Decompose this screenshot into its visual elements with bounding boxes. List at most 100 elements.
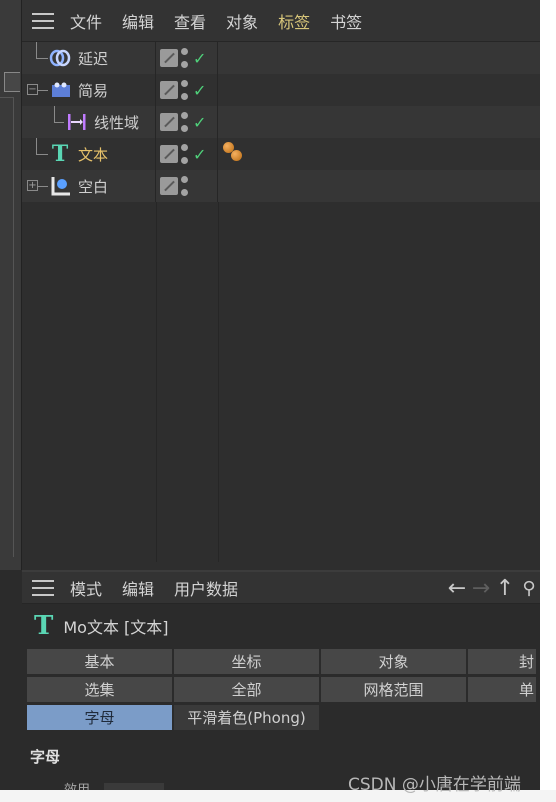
visibility-cell: ✓ — [156, 42, 218, 74]
hamburger-menu-icon[interactable] — [32, 579, 54, 596]
back-arrow-icon[interactable]: ← — [446, 576, 468, 601]
visibility-cell — [156, 170, 218, 202]
tags-cell — [218, 106, 540, 138]
tab-grid-range[interactable]: 网格范围 — [320, 676, 467, 703]
object-label: 空白 — [78, 177, 109, 196]
menu-edit[interactable]: 编辑 — [122, 576, 154, 600]
tab-letters[interactable]: 字母 — [26, 704, 173, 731]
visibility-cell: ✓ — [156, 74, 218, 106]
object-name-cell: − 简易 — [22, 74, 156, 106]
tab-basic[interactable]: 基本 — [26, 648, 173, 675]
object-row-linear-field[interactable]: 线性域 ✓ — [22, 106, 540, 138]
visibility-dots-icon[interactable] — [181, 176, 191, 196]
column-divider — [218, 202, 219, 562]
search-icon[interactable]: ⚲ — [518, 578, 540, 599]
null-object-icon — [50, 175, 72, 197]
menu-view[interactable]: 查看 — [174, 9, 206, 33]
object-name-cell: + 空白 — [22, 170, 156, 202]
section-title: 字母 — [30, 748, 61, 766]
menu-mode[interactable]: 模式 — [70, 576, 102, 600]
object-name-cell: T 文本 — [22, 138, 156, 170]
tab-phong[interactable]: 平滑着色(Phong) — [173, 704, 320, 731]
tree-line — [54, 106, 55, 122]
tab-selection[interactable]: 选集 — [26, 676, 173, 703]
tab-row-2: 选集 全部 网格范围 单 — [22, 676, 540, 704]
up-arrow-icon[interactable]: ↑ — [494, 576, 516, 601]
left-panel-inner — [0, 97, 14, 557]
object-name-cell: 延迟 — [22, 42, 156, 74]
tree-line — [36, 58, 48, 59]
visibility-dots-icon[interactable] — [181, 48, 191, 68]
object-label: 延迟 — [78, 49, 109, 68]
object-manager-menubar: 文件 编辑 查看 对象 标签 书签 — [22, 0, 540, 42]
object-label: 简易 — [78, 81, 109, 100]
tab-caps[interactable]: 封 — [467, 648, 537, 675]
editor-toggle-icon[interactable] — [160, 177, 178, 195]
menu-user-data[interactable]: 用户数据 — [174, 576, 238, 600]
menu-edit[interactable]: 编辑 — [122, 9, 154, 33]
cinema4d-window: 文件 编辑 查看 对象 标签 书签 延迟 ✓ − 简易 ✓ 线性域 ✓ T 文本… — [0, 0, 540, 790]
visibility-dots-icon[interactable] — [181, 112, 191, 132]
visibility-cell: ✓ — [156, 138, 218, 170]
param-field[interactable] — [104, 783, 164, 790]
linear-field-icon — [66, 112, 88, 132]
editor-toggle-icon[interactable] — [160, 49, 178, 67]
tab-single[interactable]: 单 — [467, 676, 537, 703]
visibility-cell: ✓ — [156, 106, 218, 138]
text-object-icon: T — [34, 611, 54, 641]
expand-expander-icon[interactable]: + — [27, 180, 38, 191]
mograph-selection-tag-icon[interactable] — [222, 138, 246, 168]
object-list: 延迟 ✓ − 简易 ✓ 线性域 ✓ T 文本 ✓ + 空白 — [22, 42, 540, 202]
editor-toggle-icon[interactable] — [160, 145, 178, 163]
tree-line — [38, 90, 48, 91]
editor-toggle-icon[interactable] — [160, 81, 178, 99]
enabled-check-icon[interactable]: ✓ — [193, 81, 206, 100]
plain-effector-icon — [50, 81, 72, 99]
collapse-expander-icon[interactable]: − — [27, 84, 38, 95]
tree-line — [54, 122, 64, 123]
tags-cell — [218, 42, 540, 74]
forward-arrow-icon[interactable]: → — [470, 576, 492, 601]
tab-row-1: 基本 坐标 对象 封 — [22, 648, 540, 676]
editor-toggle-icon[interactable] — [160, 113, 178, 131]
panel-tab[interactable] — [4, 72, 20, 92]
enabled-check-icon[interactable]: ✓ — [193, 145, 206, 164]
object-name-cell: 线性域 — [22, 106, 156, 138]
watermark-text: CSDN @小唐在学前端 — [348, 775, 521, 795]
param-label: 效用 — [64, 779, 90, 790]
tags-cell — [218, 74, 540, 106]
tab-row-3: 字母 平滑着色(Phong) — [22, 704, 540, 732]
object-list-empty-area[interactable] — [22, 202, 540, 570]
tree-line — [36, 42, 37, 58]
tree-line — [38, 186, 48, 187]
tree-line — [36, 138, 37, 154]
navigation-controls: ← → ↑ ⚲ — [446, 572, 540, 604]
visibility-dots-icon[interactable] — [181, 80, 191, 100]
column-divider — [156, 202, 157, 562]
menu-object[interactable]: 对象 — [226, 9, 258, 33]
enabled-check-icon[interactable]: ✓ — [193, 113, 206, 132]
object-row-text[interactable]: T 文本 ✓ — [22, 138, 540, 170]
tab-coordinates[interactable]: 坐标 — [173, 648, 320, 675]
menu-bookmarks[interactable]: 书签 — [330, 9, 362, 33]
object-row-plain[interactable]: − 简易 ✓ — [22, 74, 540, 106]
visibility-dots-icon[interactable] — [181, 144, 191, 164]
hamburger-menu-icon[interactable] — [32, 12, 54, 29]
tags-cell — [218, 138, 540, 170]
object-title: Mo文本 [文本] — [63, 618, 169, 637]
object-row-null[interactable]: + 空白 — [22, 170, 540, 202]
text-object-icon: T — [51, 141, 69, 167]
tree-line — [36, 154, 48, 155]
enabled-check-icon[interactable]: ✓ — [193, 49, 206, 68]
object-row-delay[interactable]: 延迟 ✓ — [22, 42, 540, 74]
tab-all[interactable]: 全部 — [173, 676, 320, 703]
menu-file[interactable]: 文件 — [70, 9, 102, 33]
object-label: 线性域 — [94, 113, 140, 132]
tags-cell — [218, 170, 540, 202]
menu-tags[interactable]: 标签 — [278, 9, 310, 33]
tab-object[interactable]: 对象 — [320, 648, 467, 675]
left-panel-strip — [0, 0, 22, 570]
delay-effector-icon — [48, 49, 72, 67]
object-title-bar: T Mo文本 [文本] — [22, 604, 540, 648]
object-manager: 文件 编辑 查看 对象 标签 书签 延迟 ✓ − 简易 ✓ 线性域 ✓ T 文本… — [22, 0, 540, 570]
